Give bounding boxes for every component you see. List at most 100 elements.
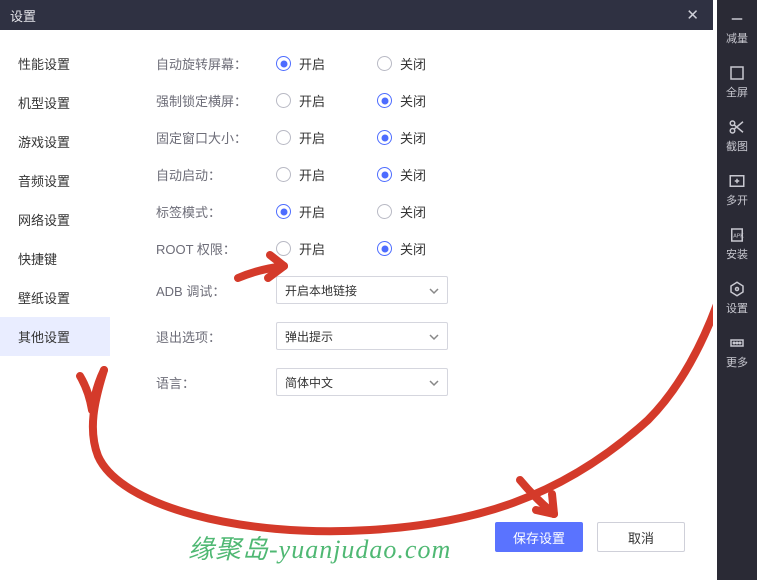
radio-group: 开启 关闭 [276, 91, 426, 110]
radio-on[interactable]: 开启 [276, 128, 325, 147]
radio-icon [276, 204, 291, 219]
dialog-footer: 保存设置 取消 [495, 522, 685, 552]
minus-icon [728, 10, 746, 28]
radio-icon [377, 241, 392, 256]
radio-label: 开启 [299, 128, 325, 147]
sidebar-item-5[interactable]: 快捷键 [0, 239, 110, 278]
select-value: 弹出提示 [285, 328, 333, 345]
row-label: 标签模式： [156, 202, 276, 221]
more-icon [728, 334, 746, 352]
dialog-body: 性能设置机型设置游戏设置音频设置网络设置快捷键壁纸设置其他设置 自动旋转屏幕：开… [0, 30, 713, 580]
radio-on[interactable]: 开启 [276, 54, 325, 73]
row-label: 退出选项： [156, 327, 276, 346]
row-label: 自动启动： [156, 165, 276, 184]
sidebar-item-7[interactable]: 其他设置 [0, 317, 110, 356]
row-tab_mode: 标签模式： 开启 关闭 [156, 202, 665, 221]
radio-on[interactable]: 开启 [276, 91, 325, 110]
radio-icon [276, 167, 291, 182]
radio-icon [377, 56, 392, 71]
rail-item-multi[interactable]: 多开 [717, 166, 757, 214]
close-icon[interactable]: ✕ [682, 6, 703, 24]
radio-off[interactable]: 关闭 [377, 165, 426, 184]
app-right-rail: 减量 全屏 截图 多开 APK 安装 设置 更多 [717, 0, 757, 580]
radio-label: 开启 [299, 165, 325, 184]
rail-item-install[interactable]: APK 安装 [717, 220, 757, 268]
row-label: 自动旋转屏幕： [156, 54, 276, 73]
cancel-button[interactable]: 取消 [597, 522, 685, 552]
radio-icon [276, 241, 291, 256]
dialog-title: 设置 [10, 6, 36, 25]
row-label: 固定窗口大小： [156, 128, 276, 147]
sidebar-item-2[interactable]: 游戏设置 [0, 122, 110, 161]
radio-group: 开启 关闭 [276, 239, 426, 258]
rail-item-reduce[interactable]: 减量 [717, 4, 757, 52]
row-label: 强制锁定横屏： [156, 91, 276, 110]
fullscreen-icon [728, 64, 746, 82]
radio-label: 关闭 [400, 91, 426, 110]
row-force_landscape: 强制锁定横屏： 开启 关闭 [156, 91, 665, 110]
row-fixed_window: 固定窗口大小： 开启 关闭 [156, 128, 665, 147]
lang-select[interactable]: 简体中文 [276, 368, 448, 396]
radio-on[interactable]: 开启 [276, 239, 325, 258]
row-auto_start: 自动启动： 开启 关闭 [156, 165, 665, 184]
radio-label: 开启 [299, 91, 325, 110]
radio-on[interactable]: 开启 [276, 165, 325, 184]
hex-icon [728, 280, 746, 298]
chevron-down-icon [429, 331, 439, 341]
settings-content: 自动旋转屏幕：开启关闭强制锁定横屏：开启关闭固定窗口大小：开启关闭自动启动：开启… [110, 30, 713, 580]
rail-item-screenshot[interactable]: 截图 [717, 112, 757, 160]
sidebar-item-4[interactable]: 网络设置 [0, 200, 110, 239]
radio-icon [377, 167, 392, 182]
row-adb: ADB 调试： 开启本地链接 [156, 276, 665, 304]
radio-label: 开启 [299, 202, 325, 221]
radio-off[interactable]: 关闭 [377, 239, 426, 258]
rail-label: 多开 [726, 192, 748, 208]
radio-on[interactable]: 开启 [276, 202, 325, 221]
sidebar-item-3[interactable]: 音频设置 [0, 161, 110, 200]
radio-label: 关闭 [400, 202, 426, 221]
rail-item-more[interactable]: 更多 [717, 328, 757, 376]
select-value: 开启本地链接 [285, 282, 357, 299]
rail-label: 截图 [726, 138, 748, 154]
scissors-icon [728, 118, 746, 136]
sidebar-item-6[interactable]: 壁纸设置 [0, 278, 110, 317]
radio-off[interactable]: 关闭 [377, 91, 426, 110]
select-value: 简体中文 [285, 374, 333, 391]
settings-side-nav: 性能设置机型设置游戏设置音频设置网络设置快捷键壁纸设置其他设置 [0, 30, 110, 580]
save-button[interactable]: 保存设置 [495, 522, 583, 552]
radio-group: 开启 关闭 [276, 165, 426, 184]
rail-label: 安装 [726, 246, 748, 262]
radio-label: 开启 [299, 239, 325, 258]
row-exit: 退出选项： 弹出提示 [156, 322, 665, 350]
adb-select[interactable]: 开启本地链接 [276, 276, 448, 304]
rail-item-settings[interactable]: 设置 [717, 274, 757, 322]
radio-label: 开启 [299, 54, 325, 73]
radio-icon [276, 130, 291, 145]
radio-off[interactable]: 关闭 [377, 202, 426, 221]
svg-text:APK: APK [733, 233, 744, 239]
radio-icon [276, 56, 291, 71]
exit-select[interactable]: 弹出提示 [276, 322, 448, 350]
radio-label: 关闭 [400, 239, 426, 258]
row-label: ADB 调试： [156, 281, 276, 300]
radio-label: 关闭 [400, 54, 426, 73]
window-plus-icon [728, 172, 746, 190]
radio-group: 开启 关闭 [276, 202, 426, 221]
radio-off[interactable]: 关闭 [377, 128, 426, 147]
radio-group: 开启 关闭 [276, 54, 426, 73]
row-root: ROOT 权限： 开启 关闭 [156, 239, 665, 258]
radio-icon [377, 204, 392, 219]
radio-label: 关闭 [400, 165, 426, 184]
row-lang: 语言： 简体中文 [156, 368, 665, 396]
sidebar-item-1[interactable]: 机型设置 [0, 83, 110, 122]
sidebar-item-0[interactable]: 性能设置 [0, 44, 110, 83]
titlebar: 设置 ✕ [0, 0, 713, 30]
rail-item-fullscreen[interactable]: 全屏 [717, 58, 757, 106]
radio-icon [377, 130, 392, 145]
rail-label: 全屏 [726, 84, 748, 100]
row-label: ROOT 权限： [156, 239, 276, 258]
radio-off[interactable]: 关闭 [377, 54, 426, 73]
chevron-down-icon [429, 285, 439, 295]
rail-label: 减量 [726, 30, 748, 46]
row-label: 语言： [156, 373, 276, 392]
